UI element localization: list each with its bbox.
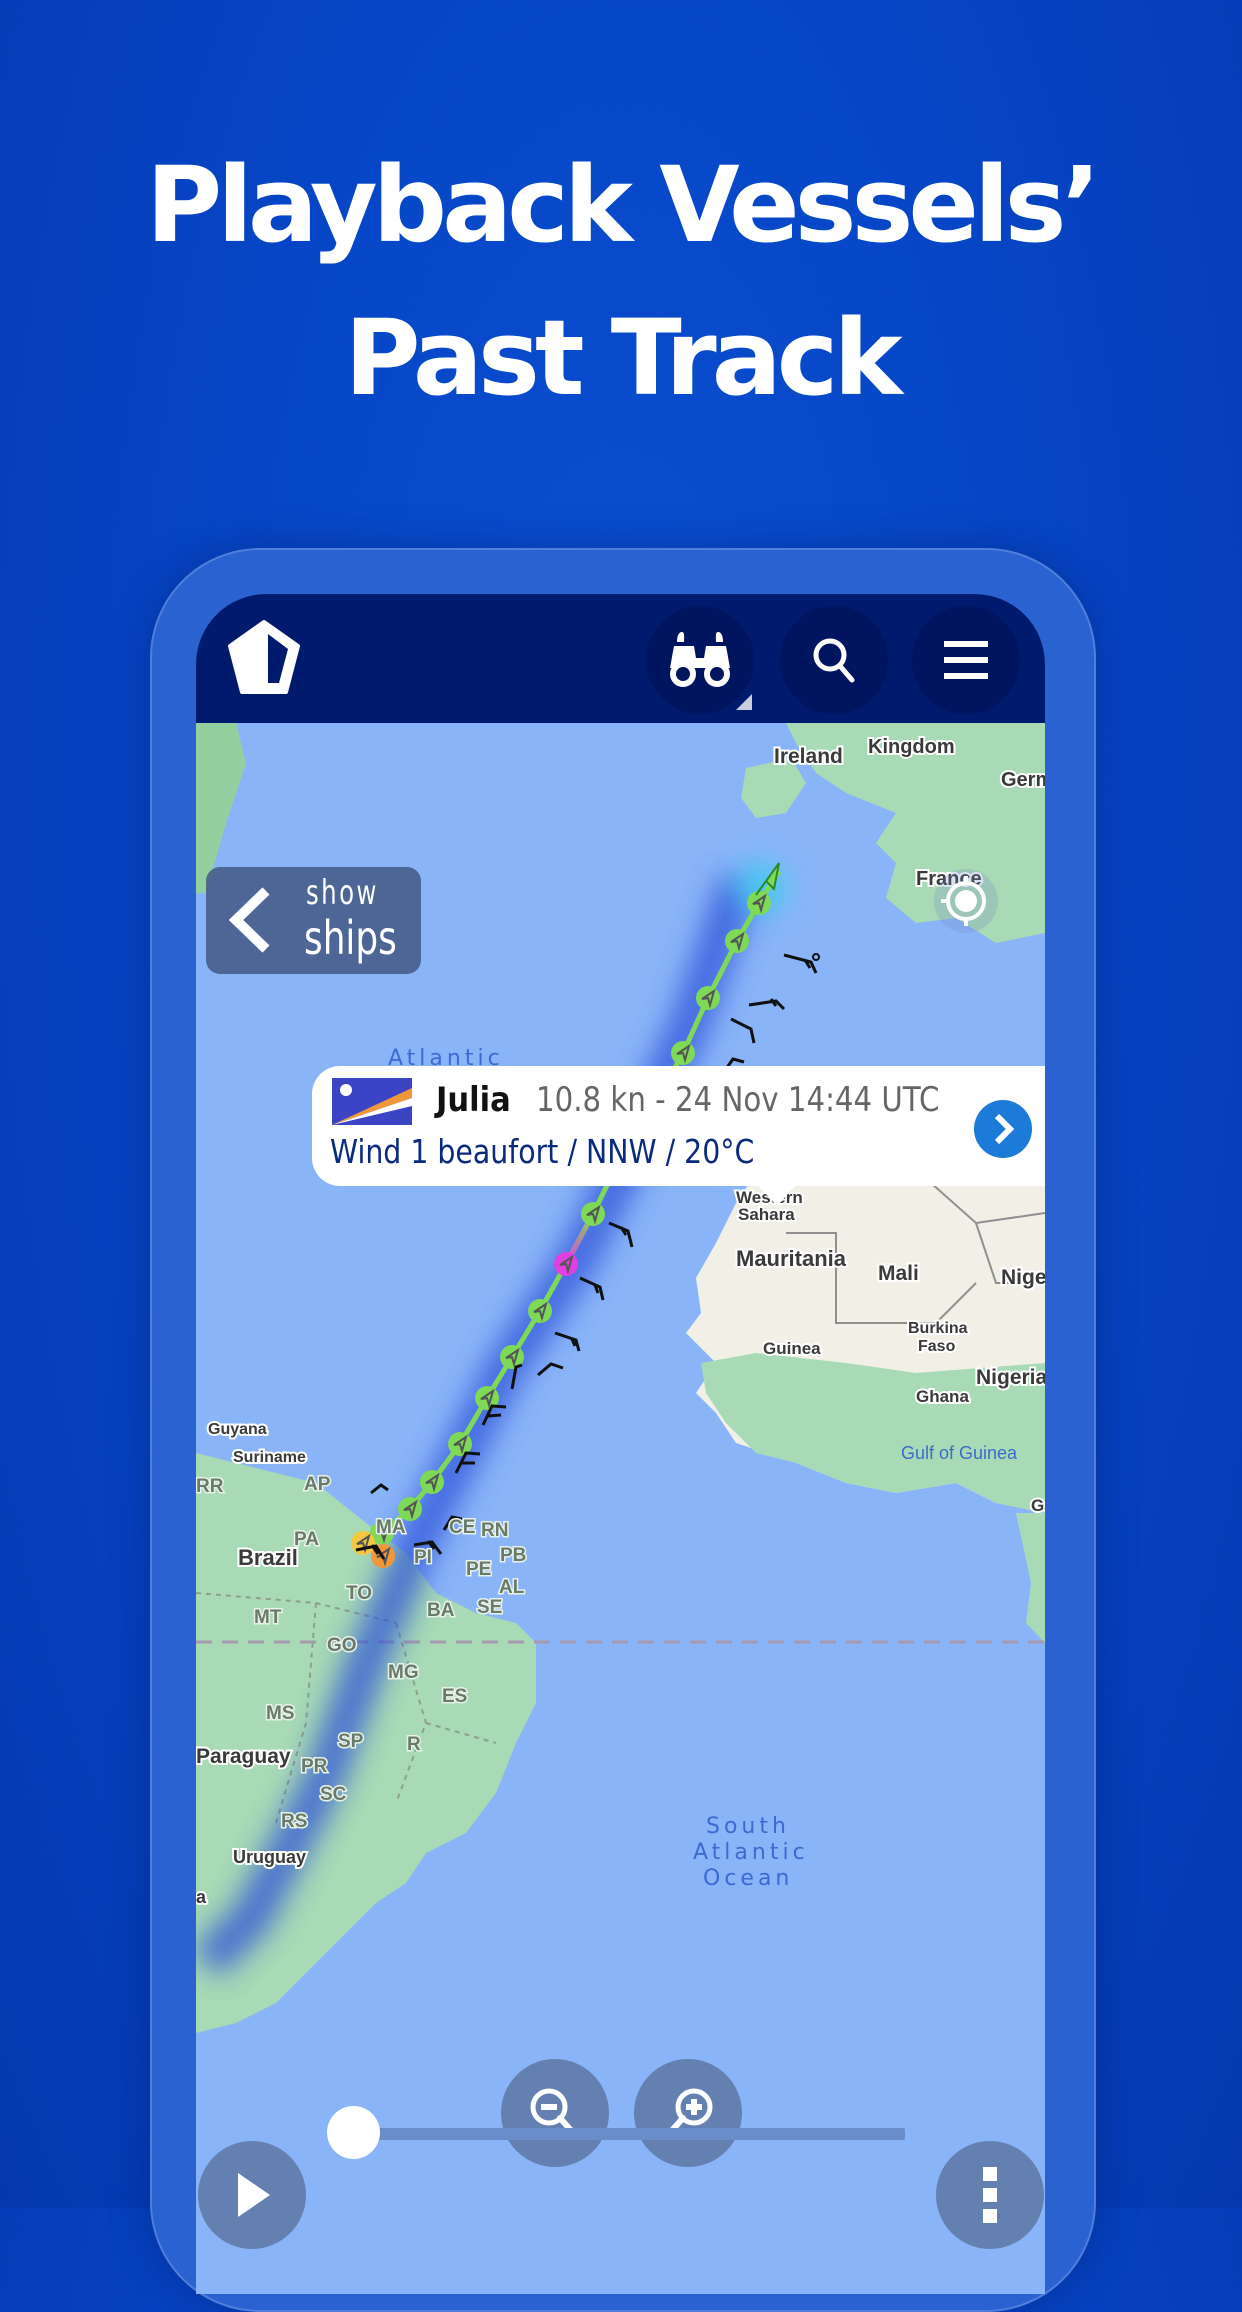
svg-text:South: South (706, 1814, 790, 1839)
svg-text:Atlantic: Atlantic (693, 1840, 809, 1865)
headline-line2: Past Track (344, 297, 902, 419)
svg-text:PB: PB (500, 1545, 526, 1566)
svg-text:Suriname: Suriname (233, 1449, 306, 1466)
vessel-weather: Wind 1 beaufort / NNW / 20°C (330, 1132, 755, 1171)
chevron-left-icon (228, 887, 270, 953)
zoom-in-button[interactable] (634, 2059, 742, 2167)
svg-text:CE: CE (449, 1517, 475, 1538)
chevron-right-icon (994, 1113, 1015, 1145)
svg-text:Nigeria: Nigeria (976, 1366, 1045, 1389)
track-point[interactable] (581, 1202, 605, 1226)
more-options-button[interactable] (936, 2141, 1044, 2249)
svg-text:R: R (407, 1734, 421, 1755)
search-button[interactable] (780, 606, 888, 714)
svg-text:MG: MG (388, 1662, 419, 1683)
track-point[interactable] (671, 1041, 695, 1065)
show-ships-label-line1: show (306, 873, 379, 913)
svg-text:MS: MS (266, 1703, 295, 1724)
binoculars-button[interactable] (646, 606, 754, 714)
track-point[interactable] (554, 1252, 578, 1276)
svg-text:GO: GO (327, 1635, 357, 1656)
svg-text:Faso: Faso (918, 1338, 956, 1355)
vessel-name: Julia (436, 1080, 511, 1120)
vessel-details-button[interactable] (974, 1100, 1032, 1158)
svg-text:ES: ES (442, 1686, 467, 1707)
svg-text:AL: AL (499, 1577, 525, 1598)
svg-text:Ireland: Ireland (774, 745, 843, 768)
app-screen: Kingdom Ireland Germa France Tunis Moroc… (196, 594, 1045, 2294)
svg-text:SP: SP (338, 1731, 364, 1752)
vessel-info-popup[interactable]: Julia 10.8 kn - 24 Nov 14:44 UTC Wind 1 … (312, 1066, 1045, 1206)
show-ships-button[interactable]: show ships (206, 867, 421, 974)
playback-slider-track[interactable] (350, 2128, 905, 2140)
crosshair-locate-icon[interactable] (931, 866, 1001, 936)
playback-slider-thumb[interactable] (327, 2106, 380, 2159)
app-logo-icon[interactable] (224, 618, 304, 698)
svg-text:AP: AP (304, 1474, 331, 1495)
svg-text:PE: PE (466, 1559, 491, 1580)
svg-text:Guyana: Guyana (208, 1421, 267, 1438)
hamburger-menu-icon (944, 641, 988, 679)
play-button[interactable] (198, 2141, 306, 2249)
app-bar (196, 594, 1045, 723)
svg-text:Gulf of Guinea: Gulf of Guinea (901, 1443, 1018, 1463)
svg-text:PI: PI (414, 1547, 432, 1568)
play-icon (238, 2173, 270, 2217)
svg-text:BA: BA (427, 1600, 455, 1621)
svg-text:Uruguay: Uruguay (233, 1847, 306, 1867)
svg-text:RN: RN (481, 1520, 508, 1541)
map-view[interactable]: Kingdom Ireland Germa France Tunis Moroc… (196, 723, 1045, 2294)
svg-text:Burkina: Burkina (908, 1320, 968, 1337)
zoom-out-button[interactable] (501, 2059, 609, 2167)
binoculars-icon (670, 632, 730, 687)
menu-button[interactable] (912, 606, 1020, 714)
more-vertical-icon (983, 2167, 997, 2223)
track-point[interactable] (351, 1531, 375, 1555)
popup-pointer (757, 1184, 797, 1206)
svg-text:Brazil: Brazil (238, 1545, 298, 1570)
svg-text:Germa: Germa (1001, 769, 1045, 791)
track-point[interactable] (528, 1299, 552, 1323)
svg-text:TO: TO (346, 1583, 372, 1604)
svg-text:Mauritania: Mauritania (736, 1246, 847, 1271)
svg-text:Nige: Nige (1001, 1266, 1045, 1289)
show-ships-label-line2: ships (304, 911, 397, 965)
svg-text:RR: RR (196, 1476, 224, 1497)
headline-line1: Playback Vessels’ (145, 144, 1101, 266)
flag-marshall-islands-icon (332, 1078, 412, 1125)
track-point[interactable] (725, 929, 749, 953)
track-point[interactable] (420, 1470, 444, 1494)
track-point[interactable] (747, 891, 771, 915)
svg-text:RS: RS (281, 1811, 307, 1832)
svg-text:Ga: Ga (1031, 1496, 1045, 1515)
svg-text:SE: SE (477, 1597, 502, 1618)
svg-text:Ocean: Ocean (703, 1866, 793, 1891)
svg-text:Ghana: Ghana (916, 1387, 969, 1406)
svg-text:PA: PA (294, 1529, 319, 1550)
track-point[interactable] (696, 986, 720, 1010)
svg-text:Mali: Mali (878, 1262, 919, 1285)
svg-text:Sahara: Sahara (738, 1205, 795, 1224)
svg-text:a: a (196, 1887, 207, 1907)
vessel-speed-time: 10.8 kn - 24 Nov 14:44 UTC (536, 1080, 940, 1120)
svg-text:Kingdom: Kingdom (868, 736, 955, 758)
svg-text:MA: MA (376, 1517, 406, 1538)
svg-text:SC: SC (320, 1784, 347, 1805)
search-icon (813, 638, 855, 683)
svg-text:Paraguay: Paraguay (196, 1745, 291, 1768)
dropdown-corner-icon (736, 694, 752, 710)
svg-text:PR: PR (301, 1756, 328, 1777)
svg-text:MT: MT (254, 1607, 282, 1628)
svg-text:Guinea: Guinea (763, 1339, 821, 1358)
